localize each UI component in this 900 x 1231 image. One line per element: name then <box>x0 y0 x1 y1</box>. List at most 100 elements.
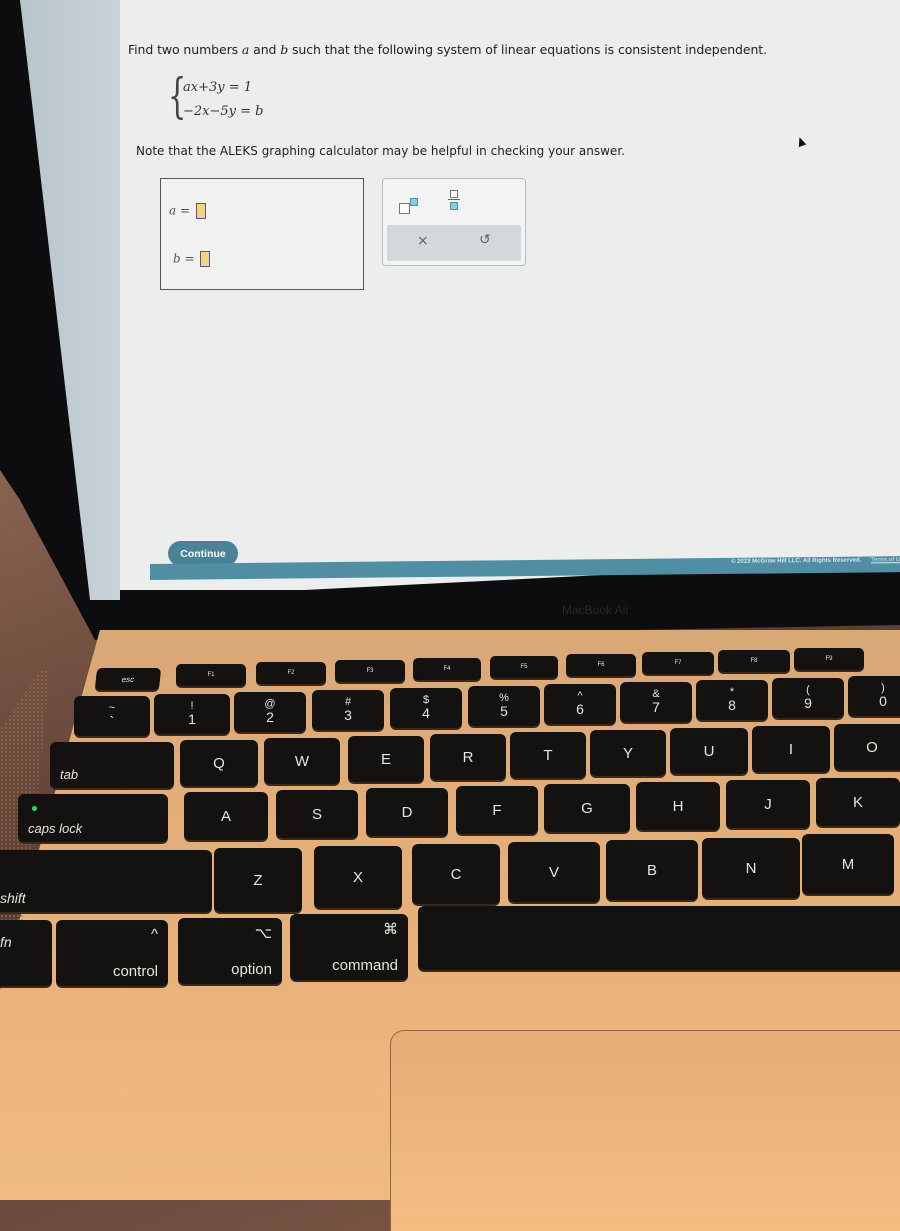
key-w[interactable]: W <box>264 738 340 784</box>
key-1[interactable]: ! 1 <box>154 694 230 734</box>
b-input[interactable] <box>200 251 211 267</box>
key-4[interactable]: $4 <box>390 688 462 728</box>
key-u[interactable]: U <box>670 728 748 774</box>
key-q[interactable]: Q <box>180 740 258 786</box>
command-symbol-icon: ⌘ <box>383 921 398 938</box>
trackpad[interactable] <box>390 1030 900 1231</box>
key-char: 6 <box>576 700 584 717</box>
a-input[interactable] <box>195 203 206 219</box>
terms-link[interactable]: Terms of U <box>871 557 900 563</box>
key-caps-lock[interactable]: caps lock <box>18 794 168 842</box>
equation-2: −2x−5y = b <box>183 104 264 119</box>
key-b[interactable]: B <box>606 840 698 900</box>
key-o[interactable]: O <box>834 724 900 770</box>
key-f2[interactable]: F2 <box>256 662 326 684</box>
key-label: option <box>231 961 272 978</box>
key-f4[interactable]: F4 <box>413 658 481 680</box>
superscript-button[interactable] <box>397 197 419 215</box>
key-3[interactable]: #3 <box>312 690 384 730</box>
key-r[interactable]: R <box>430 734 506 780</box>
calculator-note: Note that the ALEKS graphing calculator … <box>136 144 625 158</box>
answer-row-a: a = <box>169 203 206 219</box>
answer-box: a = b = <box>160 178 364 290</box>
brand-label: MacBook Air <box>562 603 630 617</box>
key-h[interactable]: H <box>636 782 720 830</box>
key-z[interactable]: Z <box>214 848 302 912</box>
key-option[interactable]: ⌥ option <box>178 918 282 984</box>
key-char: ` <box>109 712 115 729</box>
answer-row-b: b = <box>173 251 211 267</box>
key-f[interactable]: F <box>456 786 538 834</box>
toolbar-bottom: × ↺ <box>387 225 521 261</box>
equation-1: ax+3y = 1 <box>183 80 253 95</box>
var-b: b <box>280 42 289 57</box>
key-a[interactable]: A <box>184 792 268 840</box>
fraction-button[interactable] <box>447 189 463 217</box>
key-f5[interactable]: F5 <box>490 656 558 678</box>
key-s[interactable]: S <box>276 790 358 838</box>
footer-text: © 2023 McGraw Hill LLC. All Rights Reser… <box>731 557 900 565</box>
key-char: 1 <box>188 710 196 727</box>
key-label: fn <box>0 934 12 950</box>
key-command[interactable]: ⌘ command <box>290 914 408 980</box>
key-char: 2 <box>266 708 274 725</box>
key-f3[interactable]: F3 <box>335 660 405 682</box>
equation-system: { ax+3y = 1 −2x−5y = b <box>168 72 308 130</box>
key-f9[interactable]: F9 <box>794 648 864 670</box>
key-9[interactable]: (9 <box>772 678 844 718</box>
key-fn[interactable]: fn <box>0 920 52 986</box>
key-char: 0 <box>879 692 887 709</box>
question-prefix: Find two numbers <box>128 42 242 57</box>
key-x[interactable]: X <box>314 846 402 908</box>
key-6[interactable]: ^ 6 <box>544 684 616 724</box>
question-middle: and <box>249 42 281 57</box>
key-v[interactable]: V <box>508 842 600 902</box>
math-toolbar: × ↺ <box>382 178 526 266</box>
key-j[interactable]: J <box>726 780 810 828</box>
key-y[interactable]: Y <box>590 730 666 776</box>
undo-icon: ↺ <box>479 232 491 248</box>
toolbar-top <box>383 179 525 229</box>
key-5[interactable]: % 5 <box>468 686 540 726</box>
question-text: Find two numbers a and b such that the f… <box>128 42 767 57</box>
a-label: a = <box>169 203 191 218</box>
option-symbol-icon: ⌥ <box>254 925 272 942</box>
key-space[interactable] <box>418 906 900 970</box>
key-c[interactable]: C <box>412 844 500 904</box>
key-7[interactable]: & 7 <box>620 682 692 722</box>
key-k[interactable]: K <box>816 778 900 826</box>
key-char: 7 <box>652 698 660 715</box>
key-2[interactable]: @2 <box>234 692 306 732</box>
key-char: 8 <box>728 696 736 713</box>
key-label: command <box>332 957 398 974</box>
key-f1[interactable]: F1 <box>176 664 246 686</box>
close-icon: × <box>417 233 429 249</box>
key-0[interactable]: ) 0 <box>848 676 900 716</box>
copyright-text: © 2023 McGraw Hill LLC. All Rights Reser… <box>731 557 862 565</box>
key-n[interactable]: N <box>702 838 800 898</box>
key-g[interactable]: G <box>544 784 630 832</box>
clear-button[interactable]: × <box>417 233 429 249</box>
undo-button[interactable]: ↺ <box>479 232 491 248</box>
key-f6[interactable]: F6 <box>566 654 636 676</box>
key-i[interactable]: I <box>752 726 830 772</box>
key-esc[interactable]: esc <box>94 668 162 690</box>
key-backtick[interactable]: ~ ` <box>74 696 150 736</box>
key-m[interactable]: M <box>802 834 894 894</box>
screen <box>20 0 900 590</box>
key-d[interactable]: D <box>366 788 448 836</box>
key-e[interactable]: E <box>348 736 424 782</box>
key-label: control <box>112 963 158 980</box>
key-char: 3 <box>344 706 352 723</box>
key-8[interactable]: * 8 <box>696 680 768 720</box>
control-symbol-icon: ^ <box>150 926 158 943</box>
key-control[interactable]: ^ control <box>56 920 168 986</box>
key-f8[interactable]: F8 <box>718 650 790 672</box>
key-t[interactable]: T <box>510 732 586 778</box>
question-suffix: such that the following system of linear… <box>288 42 767 57</box>
key-tab[interactable]: tab <box>50 742 174 788</box>
caps-lock-indicator <box>32 806 37 811</box>
key-f7[interactable]: F7 <box>642 652 714 674</box>
key-shift[interactable]: shift <box>0 850 212 912</box>
key-char: 4 <box>422 704 430 721</box>
